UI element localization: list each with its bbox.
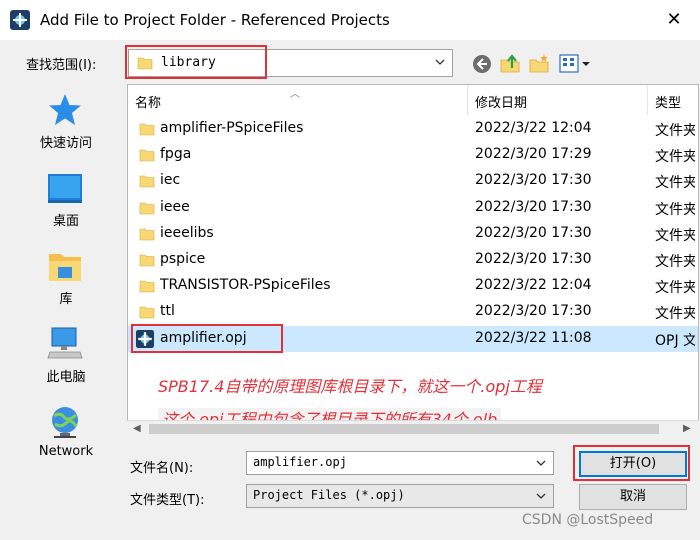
- scroll-left-icon[interactable]: ◀: [133, 423, 141, 434]
- folder-icon: [139, 176, 155, 188]
- view-menu-icon[interactable]: [559, 53, 593, 75]
- file-date: 2022/3/20 17:30: [475, 198, 592, 215]
- file-row[interactable]: amplifier-PSpiceFiles 2022/3/22 12:04 文件夹: [128, 116, 698, 142]
- horizontal-scrollbar[interactable]: ◀ ▶: [127, 420, 699, 437]
- file-date: 2022/3/22 12:04: [475, 277, 592, 294]
- place-label: 桌面: [52, 214, 79, 229]
- file-name: amplifier-PSpiceFiles: [160, 120, 304, 136]
- folder-icon: [139, 280, 155, 293]
- place-label: 库: [59, 292, 73, 307]
- file-date: 2022/3/22 12:04: [475, 120, 592, 136]
- file-name: pspice: [160, 251, 206, 267]
- look-in-highlight: [125, 45, 267, 79]
- annotation-text: SPB17.4自带的原理图库根目录下，就这一个.opj工程: [158, 377, 542, 396]
- file-list[interactable]: ︿ 名称 修改日期 类型 amplifier-PSpiceFiles 2022/3…: [127, 84, 699, 436]
- file-row[interactable]: TRANSISTOR-PSpiceFiles 2022/3/22 12:04 文件夹: [128, 273, 698, 299]
- file-name: TRANSISTOR-PSpiceFiles: [160, 277, 331, 294]
- cancel-button[interactable]: 取消: [579, 484, 687, 510]
- column-header-date[interactable]: 修改日期: [468, 85, 648, 115]
- filetype-select[interactable]: Project Files (*.opj): [246, 484, 554, 508]
- folder-icon: [139, 202, 155, 214]
- library-icon: [49, 254, 81, 281]
- title-bar: Add File to Project Folder - Referenced …: [0, 0, 700, 40]
- filetype-value: Project Files (*.opj): [253, 488, 405, 502]
- file-date: 2022/3/22 11:08: [475, 329, 592, 346]
- folder-icon: [139, 254, 155, 267]
- file-row[interactable]: ieeelibs 2022/3/20 17:30 文件夹: [128, 221, 698, 247]
- place-label: 快速访问: [39, 136, 92, 151]
- chevron-down-icon[interactable]: [434, 56, 446, 68]
- file-type: 文件夹: [655, 201, 695, 218]
- filetype-label: 文件类型(T):: [130, 493, 205, 508]
- file-row[interactable]: ttl 2022/3/20 17:30 文件夹: [128, 299, 698, 325]
- file-type: 文件夹: [655, 227, 695, 244]
- chevron-down-icon[interactable]: [535, 490, 547, 502]
- open-button-highlight: [573, 445, 690, 481]
- computer-icon: [47, 327, 83, 359]
- app-icon: [10, 10, 30, 30]
- chevron-down-icon[interactable]: [535, 457, 547, 469]
- file-date: 2022/3/20 17:30: [475, 303, 592, 320]
- look-in-label: 查找范围(I):: [26, 58, 97, 73]
- place-quick-access[interactable]: 快速访问: [10, 84, 122, 160]
- file-date: 2022/3/20 17:30: [475, 251, 592, 267]
- file-date: 2022/3/20 17:30: [475, 172, 592, 189]
- annotation-line-1: SPB17.4自带的原理图库根目录下，就这一个.opj工程: [158, 373, 542, 397]
- file-row[interactable]: ieee 2022/3/20 17:30 文件夹: [128, 195, 698, 221]
- file-type: OPJ 文件: [655, 332, 695, 349]
- place-this-pc[interactable]: 此电脑: [10, 318, 122, 394]
- watermark: CSDN @LostSpeed: [522, 512, 654, 528]
- up-folder-icon[interactable]: [499, 52, 521, 74]
- place-desktop[interactable]: 桌面: [10, 162, 122, 238]
- place-label: 此电脑: [46, 370, 86, 385]
- selected-file-highlight: [131, 324, 283, 353]
- folder-icon: [139, 123, 155, 136]
- back-icon[interactable]: [471, 53, 493, 75]
- file-name: iec: [160, 172, 181, 189]
- star-icon: [49, 94, 81, 125]
- places-bar: 快速访问 桌面 库 此电脑 Network: [10, 84, 122, 484]
- place-library[interactable]: 库: [10, 240, 122, 316]
- file-date: 2022/3/20 17:30: [475, 224, 592, 241]
- file-type: 文件夹: [655, 280, 695, 297]
- file-name: ttl: [160, 303, 175, 320]
- file-name: ieee: [160, 198, 190, 215]
- filename-value: amplifier.opj: [253, 455, 347, 469]
- file-type: 文件夹: [655, 254, 695, 270]
- file-name: ieeelibs: [160, 224, 214, 241]
- file-row[interactable]: iec 2022/3/20 17:30 文件夹: [128, 168, 698, 194]
- file-row[interactable]: pspice 2022/3/20 17:30 文件夹: [128, 247, 698, 273]
- place-network[interactable]: Network: [10, 396, 122, 472]
- column-header-type[interactable]: 类型: [648, 85, 698, 115]
- place-label: Network: [38, 444, 94, 459]
- file-type: 文件夹: [655, 123, 695, 139]
- window-title: Add File to Project Folder - Referenced …: [40, 11, 390, 29]
- scroll-thumb[interactable]: [149, 424, 659, 434]
- file-dialog: Add File to Project Folder - Referenced …: [0, 0, 700, 540]
- file-type: 文件夹: [655, 175, 695, 192]
- folder-icon: [139, 307, 155, 319]
- filename-input[interactable]: amplifier.opj: [246, 451, 554, 475]
- folder-icon: [139, 228, 155, 241]
- file-type: 文件夹: [655, 149, 695, 166]
- close-button[interactable]: ✕: [660, 8, 688, 32]
- folder-icon: [139, 149, 155, 162]
- filename-label: 文件名(N):: [130, 461, 194, 476]
- desktop-icon: [48, 174, 82, 203]
- file-type: 文件夹: [655, 306, 695, 323]
- new-folder-icon[interactable]: [528, 52, 550, 74]
- column-header-name[interactable]: 名称: [128, 85, 468, 115]
- file-date: 2022/3/20 17:29: [475, 146, 592, 163]
- file-name: fpga: [160, 146, 192, 163]
- file-row[interactable]: fpga 2022/3/20 17:29 文件夹: [128, 142, 698, 168]
- network-icon: [52, 407, 78, 438]
- scroll-right-icon[interactable]: ▶: [683, 423, 691, 434]
